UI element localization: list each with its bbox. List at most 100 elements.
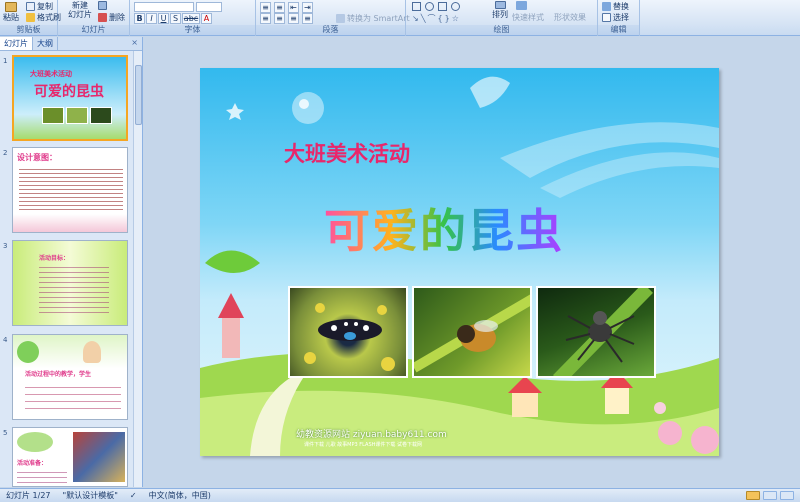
brace-close-shape-icon[interactable]: } bbox=[445, 14, 450, 23]
bee-photo[interactable] bbox=[412, 286, 532, 378]
slide-number: 1 bbox=[3, 57, 8, 65]
spider-photo[interactable] bbox=[536, 286, 656, 378]
moth-photo[interactable] bbox=[288, 286, 408, 378]
thumb-title: 可爱的昆虫 bbox=[34, 84, 104, 100]
slide-title[interactable]: 可爱的昆虫 bbox=[324, 195, 564, 261]
thumb-heading: 设计意图： bbox=[17, 153, 57, 162]
font-group-label: 字体 bbox=[130, 25, 255, 35]
paste-button[interactable]: 粘贴 bbox=[3, 2, 19, 23]
thumb-photo bbox=[73, 432, 125, 482]
paragraph-group-label: 段落 bbox=[256, 25, 405, 35]
scrollbar-thumb[interactable] bbox=[135, 65, 142, 125]
language-indicator[interactable]: 中文(简体，中国) bbox=[143, 490, 217, 501]
editing-group: 替换 选择 编辑 bbox=[598, 0, 640, 36]
thumb-character bbox=[83, 341, 101, 363]
star-shape-icon[interactable]: ☆ bbox=[452, 14, 459, 23]
copy-button[interactable]: 复制 bbox=[26, 1, 53, 12]
list-buttons[interactable]: ≡ ≡ ⇤ ⇥ bbox=[260, 2, 314, 13]
font-group: B I U S abc A 字体 bbox=[130, 0, 256, 36]
status-bar: 幻灯片 1/27 "默认设计模板" ✓ 中文(简体，中国) bbox=[0, 488, 800, 502]
arrange-button[interactable]: 排列 bbox=[492, 1, 508, 20]
lines-gallery[interactable]: ↘ ╲ ⌒ { } ☆ bbox=[412, 13, 459, 24]
bold-button[interactable]: B bbox=[134, 13, 145, 24]
editing-group-label: 编辑 bbox=[598, 25, 639, 35]
thumb-leaf bbox=[17, 341, 39, 363]
cursor-icon bbox=[602, 13, 611, 22]
line-shape-icon[interactable]: ╲ bbox=[421, 14, 426, 23]
clipboard-group: 粘贴 复制 格式刷 剪贴板 bbox=[0, 0, 61, 36]
decrease-indent-icon[interactable]: ⇤ bbox=[288, 2, 299, 13]
font-name-dropdown[interactable] bbox=[134, 2, 222, 12]
spellcheck-icon[interactable]: ✓ bbox=[124, 491, 143, 500]
quick-styles-button[interactable] bbox=[516, 1, 527, 10]
numbering-icon[interactable]: ≡ bbox=[274, 2, 285, 13]
strikethrough-button[interactable]: abc bbox=[182, 13, 200, 24]
format-painter-button[interactable]: 格式刷 bbox=[26, 12, 61, 23]
close-icon[interactable]: × bbox=[127, 37, 142, 50]
tab-slides[interactable]: 幻灯片 bbox=[0, 37, 33, 50]
replace-button[interactable]: 替换 bbox=[602, 1, 629, 12]
thumb-photo bbox=[66, 107, 88, 124]
tab-outline[interactable]: 大纲 bbox=[33, 37, 58, 50]
convert-smartart-button[interactable]: 转换为 SmartArt bbox=[336, 13, 410, 24]
brace-shape-icon[interactable]: { bbox=[438, 14, 443, 23]
shadow-button[interactable]: S bbox=[170, 13, 181, 24]
align-left-icon[interactable]: ≡ bbox=[260, 13, 271, 24]
view-buttons bbox=[740, 491, 800, 500]
rectangle-shape-icon-2[interactable] bbox=[438, 2, 447, 11]
align-buttons[interactable]: ≡ ≡ ≡ ≡ bbox=[260, 13, 314, 24]
normal-view-icon[interactable] bbox=[746, 491, 760, 500]
thumb-heading: 活动目标： bbox=[39, 255, 70, 262]
italic-button[interactable]: I bbox=[146, 13, 157, 24]
thumb-text-lines bbox=[19, 166, 123, 210]
styles-icon bbox=[516, 1, 527, 10]
slide-canvas: 大班美术活动 可爱的昆虫 幼教资源网站 ziyuan.baby611.com 课… bbox=[144, 37, 800, 487]
justify-icon[interactable]: ≡ bbox=[302, 13, 313, 24]
thumb-text-lines bbox=[39, 263, 109, 313]
slides-group: 新建 幻灯片 删除 幻灯片 bbox=[58, 0, 130, 36]
slideshow-icon[interactable] bbox=[780, 491, 794, 500]
oval-shape-icon[interactable] bbox=[425, 2, 434, 11]
arrow-shape-icon[interactable]: ↘ bbox=[412, 14, 419, 23]
website-links: 课件下载 儿歌 故事MP3 FLASH课件下载 试卷下载网 bbox=[304, 442, 423, 448]
increase-indent-icon[interactable]: ⇥ bbox=[302, 2, 313, 13]
layout-button[interactable] bbox=[98, 1, 107, 10]
font-size-dropdown[interactable] bbox=[196, 2, 222, 12]
shapes-gallery[interactable] bbox=[412, 2, 462, 11]
shape-effects-button[interactable]: 形状效果 bbox=[554, 12, 586, 23]
smartart-icon bbox=[336, 14, 345, 23]
slide-thumbnail-1[interactable]: 大班美术活动 可爱的昆虫 bbox=[12, 55, 128, 141]
paintbrush-icon bbox=[26, 13, 35, 22]
thumb-flowers bbox=[13, 214, 127, 232]
new-slide-button[interactable]: 新建 幻灯片 bbox=[68, 1, 92, 19]
slide-thumbnail-5[interactable]: 活动准备： bbox=[12, 427, 128, 487]
current-slide[interactable]: 大班美术活动 可爱的昆虫 幼教资源网站 ziyuan.baby611.com 课… bbox=[200, 68, 719, 456]
thumbnail-scrollbar[interactable] bbox=[133, 51, 142, 487]
spider-illustration bbox=[552, 288, 654, 376]
drawing-group: ↘ ╲ ⌒ { } ☆ 排列 快速样式 形状效果 绘图 bbox=[406, 0, 598, 36]
slide-subtitle[interactable]: 大班美术活动 bbox=[284, 138, 410, 168]
ribbon: 粘贴 复制 格式刷 剪贴板 新建 幻灯片 删除 幻灯片 B I U S abc … bbox=[0, 0, 800, 36]
slide-thumbnail-4[interactable]: 活动过程中的教学，学生 bbox=[12, 334, 128, 420]
clipboard-group-label: 剪贴板 bbox=[0, 25, 57, 35]
slide-sorter-icon[interactable] bbox=[763, 491, 777, 500]
delete-slide-button[interactable]: 删除 bbox=[98, 12, 125, 23]
layout-icon bbox=[98, 1, 107, 10]
slide-thumbnail-3[interactable]: 活动目标： bbox=[12, 240, 128, 326]
copy-icon bbox=[26, 2, 35, 11]
select-button[interactable]: 选择 bbox=[602, 12, 629, 23]
replace-icon bbox=[602, 2, 611, 11]
align-right-icon[interactable]: ≡ bbox=[288, 13, 299, 24]
underline-button[interactable]: U bbox=[158, 13, 169, 24]
quick-styles-label[interactable]: 快速样式 bbox=[512, 12, 544, 23]
arrange-icon bbox=[494, 1, 506, 9]
curve-shape-icon[interactable]: ⌒ bbox=[428, 13, 436, 24]
slide-thumbnail-2[interactable]: 设计意图： bbox=[12, 147, 128, 233]
font-color-button[interactable]: A bbox=[201, 13, 212, 24]
slides-pane: 幻灯片 大纲 × 1 大班美术活动 可爱的昆虫 2 设计意图： 3 活动目标： bbox=[0, 37, 143, 487]
theme-name[interactable]: "默认设计模板" bbox=[57, 490, 124, 501]
align-center-icon[interactable]: ≡ bbox=[274, 13, 285, 24]
circle-shape-icon[interactable] bbox=[451, 2, 460, 11]
bullets-icon[interactable]: ≡ bbox=[260, 2, 271, 13]
rectangle-shape-icon[interactable] bbox=[412, 2, 421, 11]
